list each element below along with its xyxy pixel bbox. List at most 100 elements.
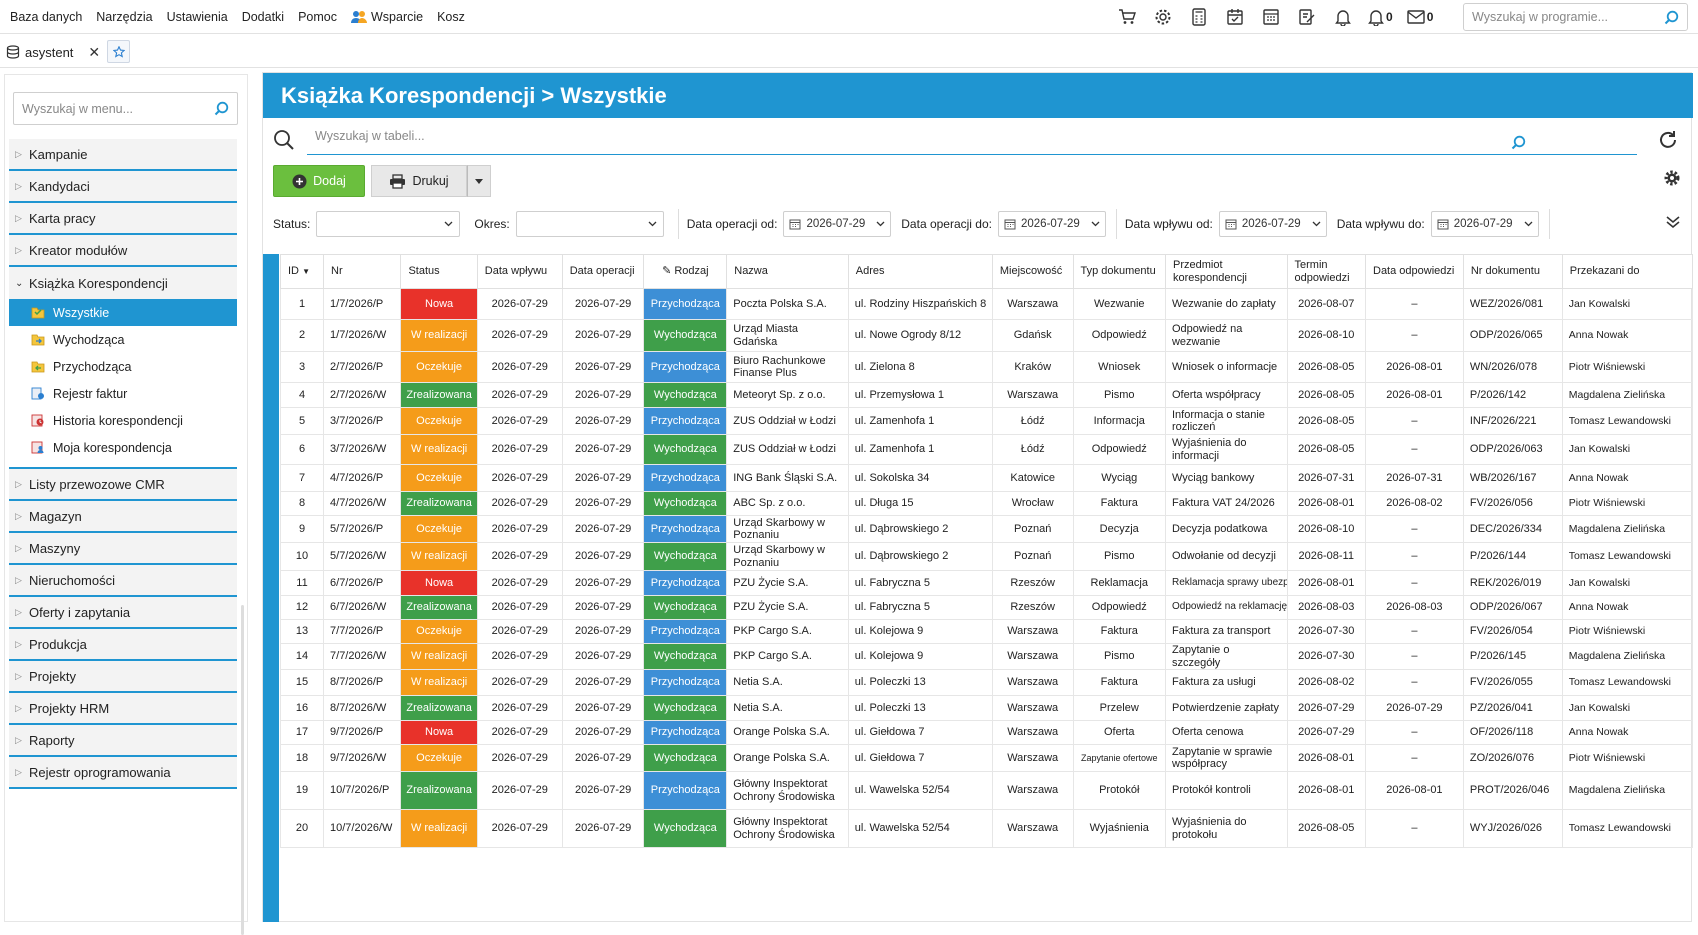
col-rodzaj[interactable]: ✎ Rodzaj bbox=[643, 254, 728, 289]
table-row[interactable]: 14 7/7/2026/W W realizacji 2026-07-29 2026-0… bbox=[279, 643, 1694, 670]
table-row[interactable]: 4 2/7/2026/W Zrealizowana 2026-07-29 2026-07… bbox=[279, 382, 1694, 408]
op-from-date-picker[interactable]: 2026-07-29 bbox=[783, 211, 892, 237]
table-row[interactable]: 1 1/7/2026/P Nowa 2026-07-29 2026-07-29 Przyc… bbox=[279, 288, 1694, 320]
sidebar-item-kandydaci[interactable]: ▷ Kandydaci bbox=[9, 171, 237, 203]
table-row[interactable]: 20 10/7/2026/W W realizacji 2026-07-29 2026-… bbox=[279, 809, 1694, 848]
col-nr[interactable]: Nr bbox=[323, 254, 402, 289]
op-to-date-picker[interactable]: 2026-07-29 bbox=[998, 211, 1106, 237]
col-data-wplywu[interactable]: Data wpływu bbox=[476, 254, 563, 289]
col-miejscowosc[interactable]: Miejscowość bbox=[991, 254, 1074, 289]
table-row[interactable]: 5 3/7/2026/P Oczekuje 2026-07-29 2026-07-29 P… bbox=[279, 407, 1694, 435]
table-row[interactable]: 17 9/7/2026/P Nowa 2026-07-29 2026-07-29 Przy… bbox=[279, 720, 1694, 745]
sidebar-item-nieruchomosci[interactable]: ▷ Nieruchomości bbox=[9, 565, 237, 597]
col-data-operacji[interactable]: Data operacji bbox=[561, 254, 645, 289]
period-select[interactable] bbox=[515, 211, 664, 237]
sidebar-item-rejestr-oprogramowania[interactable]: ▷ Rejestr oprogramowania bbox=[9, 757, 237, 789]
search-icon[interactable] bbox=[214, 101, 229, 116]
sidebar-item-ksiazka-korespondencji[interactable]: ⌄ Książka Korespondencji bbox=[9, 267, 237, 299]
calendar-check-icon[interactable] bbox=[1224, 6, 1246, 28]
calendar-grid-icon[interactable] bbox=[1260, 6, 1282, 28]
cell-przekazani-do: Piotr Wiśniewski bbox=[1561, 351, 1694, 383]
table-row[interactable]: 6 3/7/2026/W W realizacji 2026-07-29 2026-07… bbox=[279, 434, 1694, 465]
col-data-odpowiedzi[interactable]: Data odpowiedzi bbox=[1365, 254, 1464, 289]
in-to-date-picker[interactable]: 2026-07-29 bbox=[1430, 211, 1539, 237]
sidebar-subitem-wychodzaca[interactable]: Wychodząca bbox=[9, 326, 237, 353]
cart-icon[interactable] bbox=[1116, 6, 1138, 28]
expand-filters-icon[interactable] bbox=[1665, 215, 1681, 229]
sidebar-item-maszyny[interactable]: ▷ Maszyny bbox=[9, 533, 237, 565]
sidebar-item-listy-przewozowe-cmr[interactable]: ▷ Listy przewozowe CMR bbox=[9, 469, 237, 501]
sidebar-item-magazyn[interactable]: ▷ Magazyn bbox=[9, 501, 237, 533]
sidebar-scrollbar[interactable] bbox=[241, 605, 244, 935]
col-nr-dokumentu[interactable]: Nr dokumentu bbox=[1462, 254, 1563, 289]
print-dropdown-button[interactable] bbox=[467, 165, 491, 197]
menu-narzedzia[interactable]: Narzędzia bbox=[96, 10, 152, 24]
menu-search-input[interactable] bbox=[22, 101, 214, 116]
search-icon[interactable] bbox=[1664, 10, 1679, 25]
sidebar-item-raporty[interactable]: ▷ Raporty bbox=[9, 725, 237, 757]
sidebar-item-projekty[interactable]: ▷ Projekty bbox=[9, 661, 237, 693]
table-row[interactable]: 10 5/7/2026/W W realizacji 2026-07-29 2026-0… bbox=[279, 542, 1694, 571]
sidebar-subitem-wszystkie[interactable]: Wszystkie bbox=[9, 299, 237, 326]
menu-baza-danych[interactable]: Baza danych bbox=[10, 10, 82, 24]
table-row[interactable]: 13 7/7/2026/P Oczekuje 2026-07-29 2026-07-29… bbox=[279, 619, 1694, 644]
table-settings-gear-icon[interactable] bbox=[1663, 169, 1681, 187]
bell-icon[interactable] bbox=[1332, 6, 1354, 28]
notification-counter[interactable]: 0 bbox=[1368, 8, 1393, 26]
sidebar-item-label: Nieruchomości bbox=[29, 572, 115, 588]
cell-typ-dokumentu: Przelew bbox=[1072, 695, 1166, 721]
col-przedmiot[interactable]: Przedmiot korespondencji bbox=[1164, 254, 1288, 289]
menu-wsparcie[interactable]: Wsparcie bbox=[351, 10, 423, 24]
refresh-icon[interactable] bbox=[1657, 129, 1679, 151]
status-select[interactable] bbox=[316, 211, 461, 237]
table-row[interactable]: 3 2/7/2026/P Oczekuje 2026-07-29 2026-07-29 P… bbox=[279, 351, 1694, 383]
sidebar-subitem-historia-korespondencji[interactable]: Historia korespondencji bbox=[9, 407, 237, 434]
favorite-star-button[interactable] bbox=[107, 40, 130, 63]
cell-typ-dokumentu: Faktura bbox=[1072, 491, 1166, 516]
table-row[interactable]: 9 5/7/2026/P Oczekuje 2026-07-29 2026-07-29 P… bbox=[279, 515, 1694, 543]
search-submit-icon[interactable] bbox=[1511, 135, 1526, 150]
global-search-input[interactable] bbox=[1472, 10, 1664, 24]
sidebar-item-kreator-modulow[interactable]: ▷ Kreator modułów bbox=[9, 235, 237, 267]
table-row[interactable]: 16 8/7/2026/W Zrealizowana 2026-07-29 2026-0… bbox=[279, 695, 1694, 721]
menu-kosz[interactable]: Kosz bbox=[437, 10, 465, 24]
mail-counter[interactable]: 0 bbox=[1406, 10, 1433, 24]
calculator-icon[interactable] bbox=[1188, 6, 1210, 28]
tab-asystent[interactable]: asystent ✕ bbox=[6, 40, 100, 64]
col-adres[interactable]: Adres bbox=[847, 254, 993, 289]
sidebar-item-kampanie[interactable]: ▷ Kampanie bbox=[9, 139, 237, 171]
table-row[interactable]: 18 9/7/2026/W Oczekuje 2026-07-29 2026-07-29… bbox=[279, 744, 1694, 772]
table-row[interactable]: 15 8/7/2026/P W realizacji 2026-07-29 2026-0… bbox=[279, 669, 1694, 696]
menu-pomoc[interactable]: Pomoc bbox=[298, 10, 337, 24]
col-status[interactable]: Status bbox=[400, 254, 478, 289]
sidebar-item-projekty-hrm[interactable]: ▷ Projekty HRM bbox=[9, 693, 237, 725]
add-button[interactable]: Dodaj bbox=[273, 165, 365, 197]
print-button[interactable]: Drukuj bbox=[371, 165, 467, 197]
table-row[interactable]: 19 10/7/2026/P Zrealizowana 2026-07-29 2026-… bbox=[279, 771, 1694, 810]
col-termin-odpowiedzi[interactable]: Termin odpowiedzi bbox=[1286, 254, 1366, 289]
sidebar-item-oferty-i-zapytania[interactable]: ▷ Oferty i zapytania bbox=[9, 597, 237, 629]
cell-typ-dokumentu: Pismo bbox=[1072, 643, 1166, 670]
sidebar-item-label: Magazyn bbox=[29, 508, 82, 524]
settings-gear-icon[interactable] bbox=[1152, 6, 1174, 28]
menu-dodatki[interactable]: Dodatki bbox=[242, 10, 284, 24]
table-row[interactable]: 12 6/7/2026/W Zrealizowana 2026-07-29 2026-0… bbox=[279, 595, 1694, 620]
sidebar-subitem-moja-korespondencja[interactable]: Moja korespondencja bbox=[9, 434, 237, 461]
col-przekazani-do[interactable]: Przekazani do bbox=[1561, 254, 1694, 289]
sidebar-subitem-przychodzaca[interactable]: Przychodząca bbox=[9, 353, 237, 380]
table-row[interactable]: 8 4/7/2026/W Zrealizowana 2026-07-29 2026-07… bbox=[279, 491, 1694, 516]
note-edit-icon[interactable] bbox=[1296, 6, 1318, 28]
menu-ustawienia[interactable]: Ustawienia bbox=[167, 10, 228, 24]
close-tab-icon[interactable]: ✕ bbox=[88, 44, 100, 61]
sidebar-item-produkcja[interactable]: ▷ Produkcja bbox=[9, 629, 237, 661]
sidebar-item-karta-pracy[interactable]: ▷ Karta pracy bbox=[9, 203, 237, 235]
table-row[interactable]: 11 6/7/2026/P Nowa 2026-07-29 2026-07-29 Przy… bbox=[279, 570, 1694, 596]
col-id[interactable]: ID ▼ bbox=[279, 254, 325, 289]
table-search-input[interactable] bbox=[315, 129, 1515, 143]
table-row[interactable]: 2 1/7/2026/W W realizacji 2026-07-29 2026-07… bbox=[279, 319, 1694, 352]
col-nazwa[interactable]: Nazwa bbox=[726, 254, 849, 289]
table-row[interactable]: 7 4/7/2026/P Oczekuje 2026-07-29 2026-07-29 P… bbox=[279, 464, 1694, 492]
sidebar-subitem-rejestr-faktur[interactable]: Rejestr faktur bbox=[9, 380, 237, 407]
col-typ-dokumentu[interactable]: Typ dokumentu bbox=[1072, 254, 1166, 289]
in-from-date-picker[interactable]: 2026-07-29 bbox=[1218, 211, 1327, 237]
